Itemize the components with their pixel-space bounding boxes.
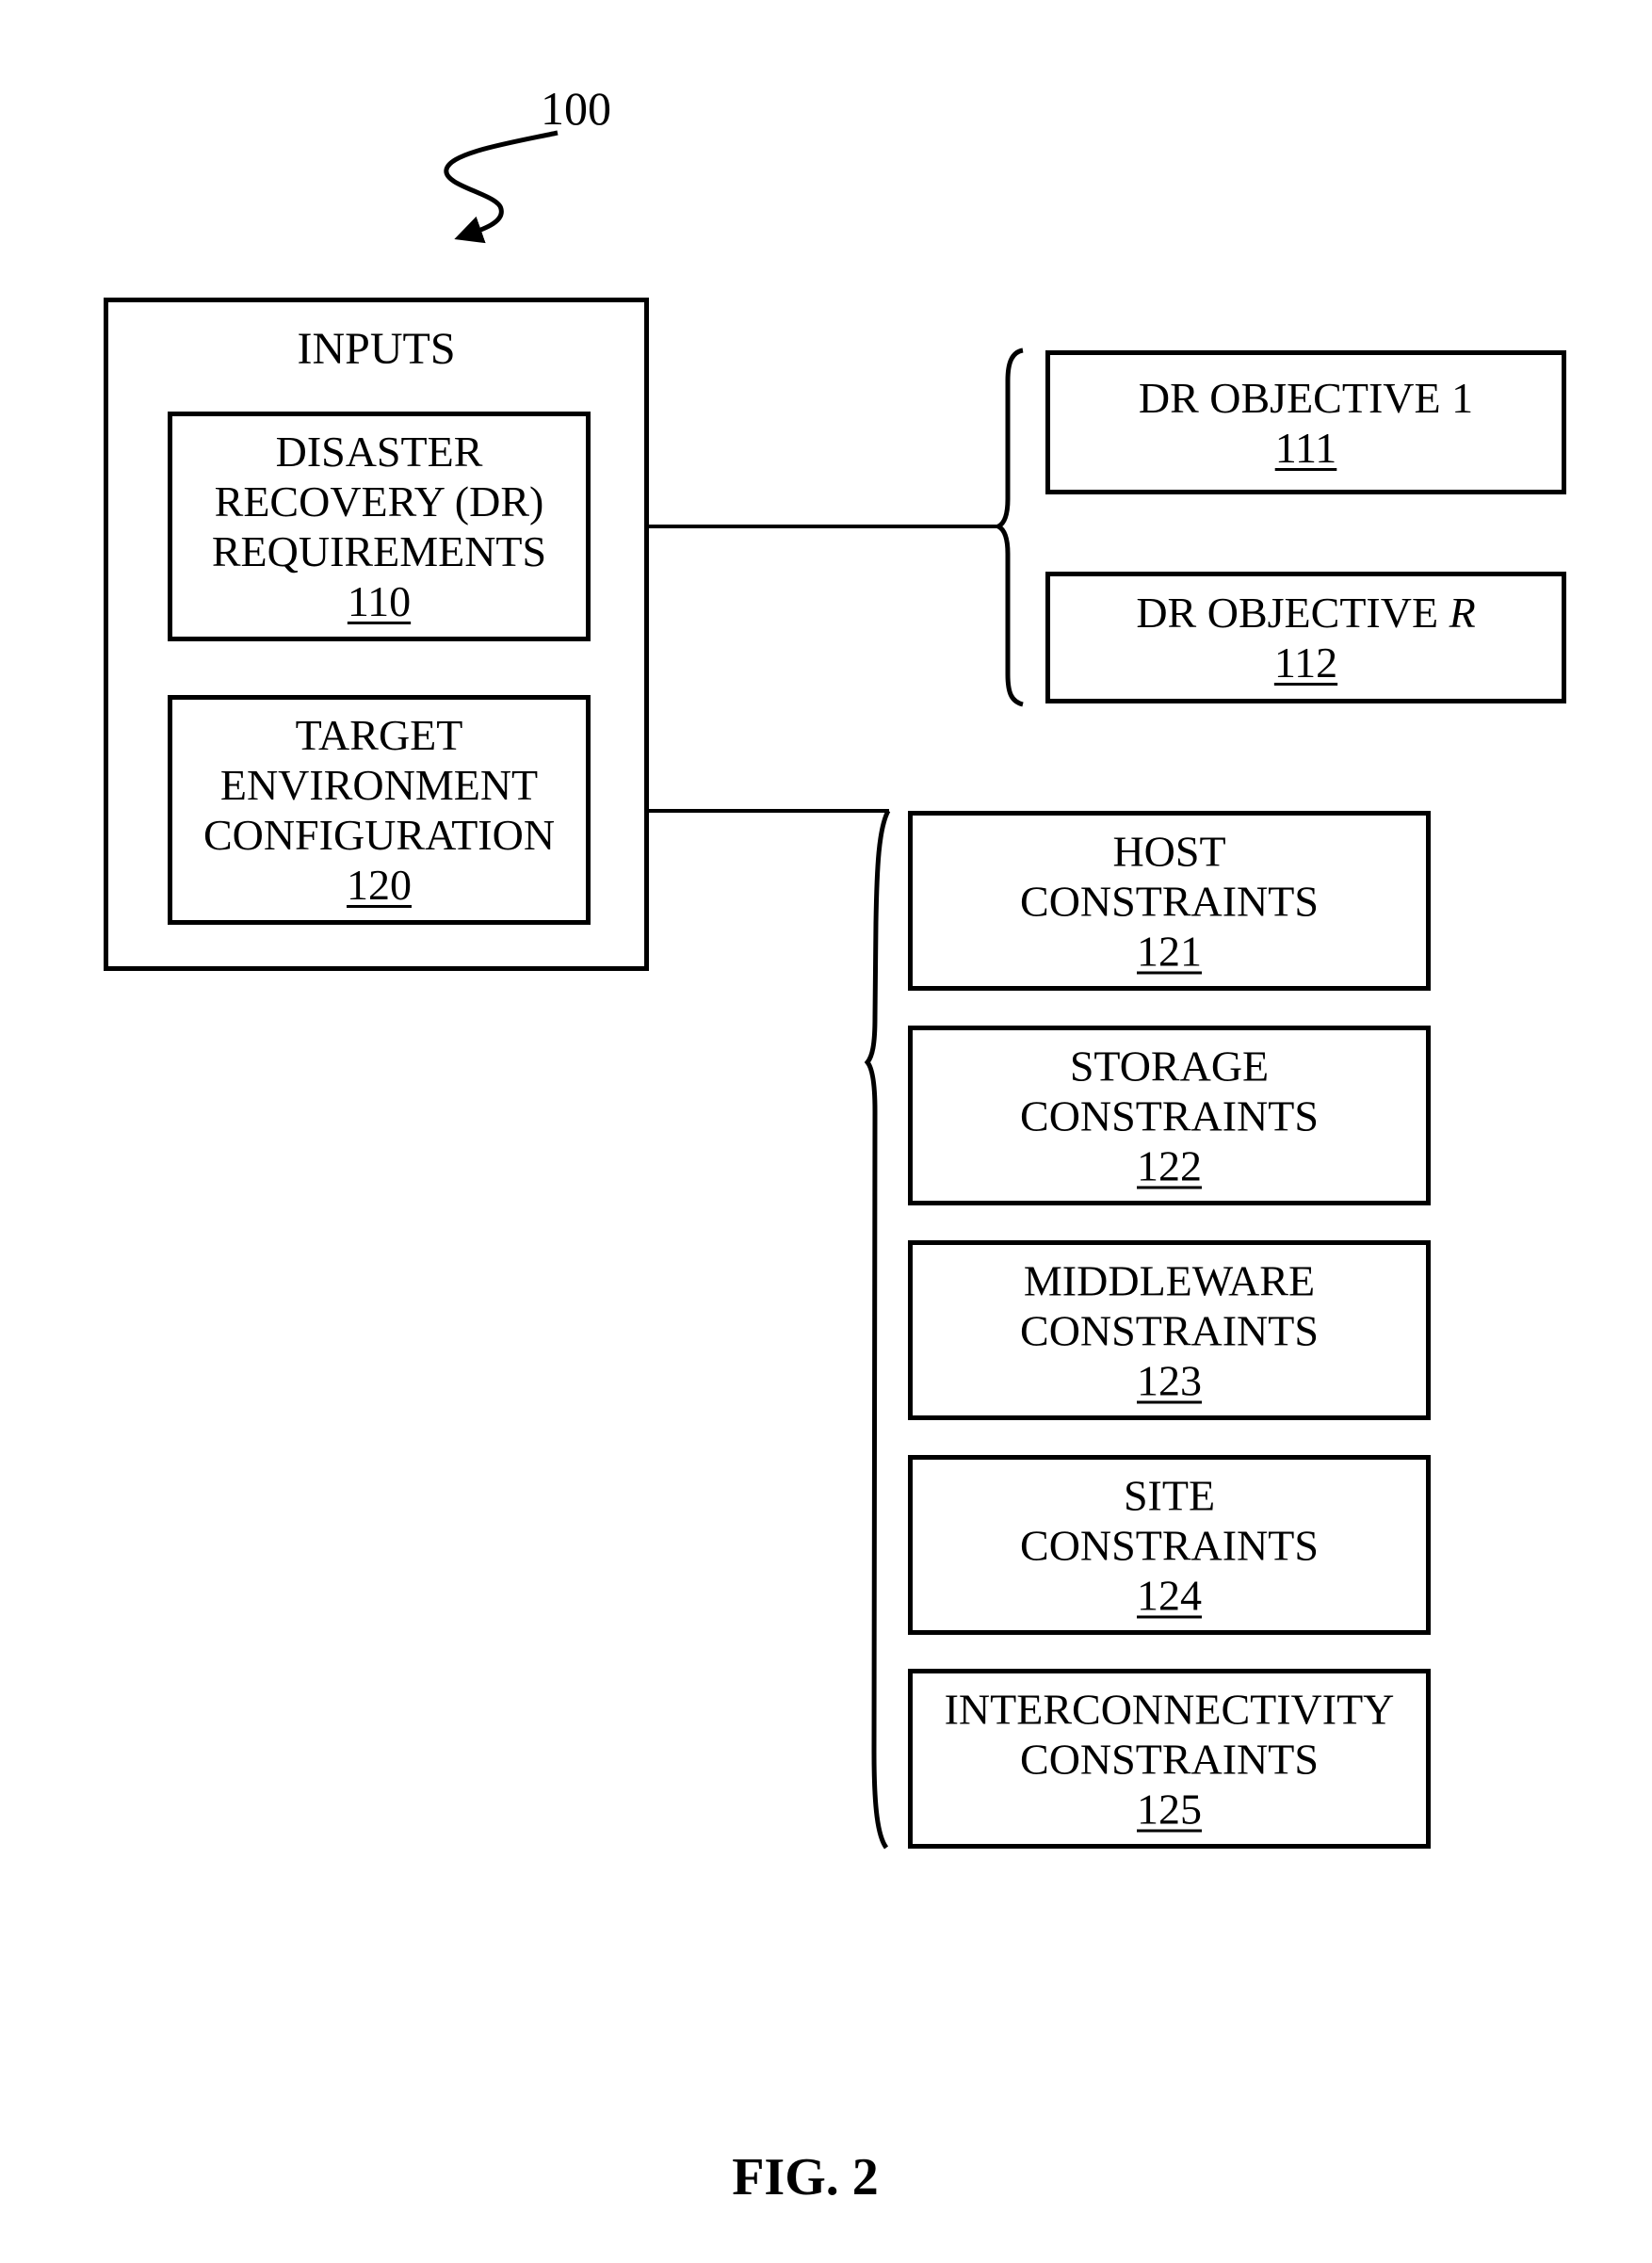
label-line: HOST bbox=[1112, 827, 1226, 875]
label-line: CONSTRAINTS bbox=[1020, 1091, 1319, 1140]
reference-number: 111 bbox=[1274, 423, 1337, 472]
target-environment-label: TARGET ENVIRONMENT CONFIGURATION 120 bbox=[172, 710, 586, 910]
inputs-title: INPUTS bbox=[297, 324, 456, 374]
label-line: INTERCONNECTIVITY bbox=[944, 1685, 1395, 1733]
dr-objective-r-label: DR OBJECTIVE R 112 bbox=[1050, 588, 1562, 687]
storage-constraints-box: STORAGE CONSTRAINTS 122 bbox=[908, 1026, 1431, 1205]
reference-number: 123 bbox=[1137, 1356, 1202, 1404]
reference-number: 124 bbox=[1137, 1571, 1202, 1619]
reference-number: 121 bbox=[1137, 927, 1202, 975]
figure-caption: FIG. 2 bbox=[732, 2148, 879, 2206]
label-line: CONSTRAINTS bbox=[1020, 1306, 1319, 1354]
middleware-constraints-label: MIDDLEWARE CONSTRAINTS 123 bbox=[913, 1255, 1426, 1405]
figure-reference-number: 100 bbox=[541, 82, 611, 135]
label-line: CONSTRAINTS bbox=[1020, 877, 1319, 925]
objective-text: DR OBJECTIVE bbox=[1136, 589, 1450, 637]
label-line: RECOVERY (DR) bbox=[214, 477, 544, 525]
interconnectivity-constraints-label: INTERCONNECTIVITY CONSTRAINTS 125 bbox=[913, 1684, 1426, 1834]
objective-italic-suffix: R bbox=[1449, 589, 1476, 637]
objective-suffix: 1 bbox=[1451, 373, 1474, 422]
reference-number: 112 bbox=[1273, 638, 1338, 687]
dr-objective-1-label: DR OBJECTIVE 1 111 bbox=[1050, 373, 1562, 473]
label-line: TARGET bbox=[295, 711, 463, 759]
dr-requirements-label: DISASTER RECOVERY (DR) REQUIREMENTS 110 bbox=[172, 427, 586, 626]
dr-requirements-box: DISASTER RECOVERY (DR) REQUIREMENTS 110 bbox=[168, 412, 591, 641]
reference-number: 122 bbox=[1137, 1141, 1202, 1189]
target-environment-box: TARGET ENVIRONMENT CONFIGURATION 120 bbox=[168, 695, 591, 925]
brace-dr-objectives bbox=[993, 348, 1024, 707]
objective-text: DR OBJECTIVE bbox=[1138, 373, 1452, 422]
label-line: STORAGE bbox=[1069, 1042, 1270, 1090]
reference-number: 120 bbox=[347, 861, 412, 909]
reference-number: 110 bbox=[347, 577, 412, 625]
reference-number: 125 bbox=[1137, 1785, 1202, 1833]
label-line: ENVIRONMENT bbox=[219, 761, 539, 809]
label-line: CONSTRAINTS bbox=[1020, 1735, 1319, 1783]
middleware-constraints-box: MIDDLEWARE CONSTRAINTS 123 bbox=[908, 1240, 1431, 1420]
label-line: MIDDLEWARE bbox=[1023, 1256, 1316, 1304]
site-constraints-label: SITE CONSTRAINTS 124 bbox=[913, 1470, 1426, 1620]
label-line: DISASTER bbox=[275, 428, 483, 476]
dr-objective-1-box: DR OBJECTIVE 1 111 bbox=[1045, 350, 1566, 494]
brace-constraints bbox=[864, 809, 891, 1850]
interconnectivity-constraints-box: INTERCONNECTIVITY CONSTRAINTS 125 bbox=[908, 1669, 1431, 1849]
reference-leader-arrow bbox=[444, 130, 559, 244]
host-constraints-label: HOST CONSTRAINTS 121 bbox=[913, 826, 1426, 976]
label-line: SITE bbox=[1123, 1471, 1216, 1519]
label-line: CONFIGURATION bbox=[202, 811, 556, 859]
site-constraints-box: SITE CONSTRAINTS 124 bbox=[908, 1455, 1431, 1635]
storage-constraints-label: STORAGE CONSTRAINTS 122 bbox=[913, 1041, 1426, 1190]
dr-objective-r-box: DR OBJECTIVE R 112 bbox=[1045, 572, 1566, 703]
label-line: REQUIREMENTS bbox=[211, 527, 547, 575]
host-constraints-box: HOST CONSTRAINTS 121 bbox=[908, 811, 1431, 991]
label-line: CONSTRAINTS bbox=[1020, 1521, 1319, 1569]
